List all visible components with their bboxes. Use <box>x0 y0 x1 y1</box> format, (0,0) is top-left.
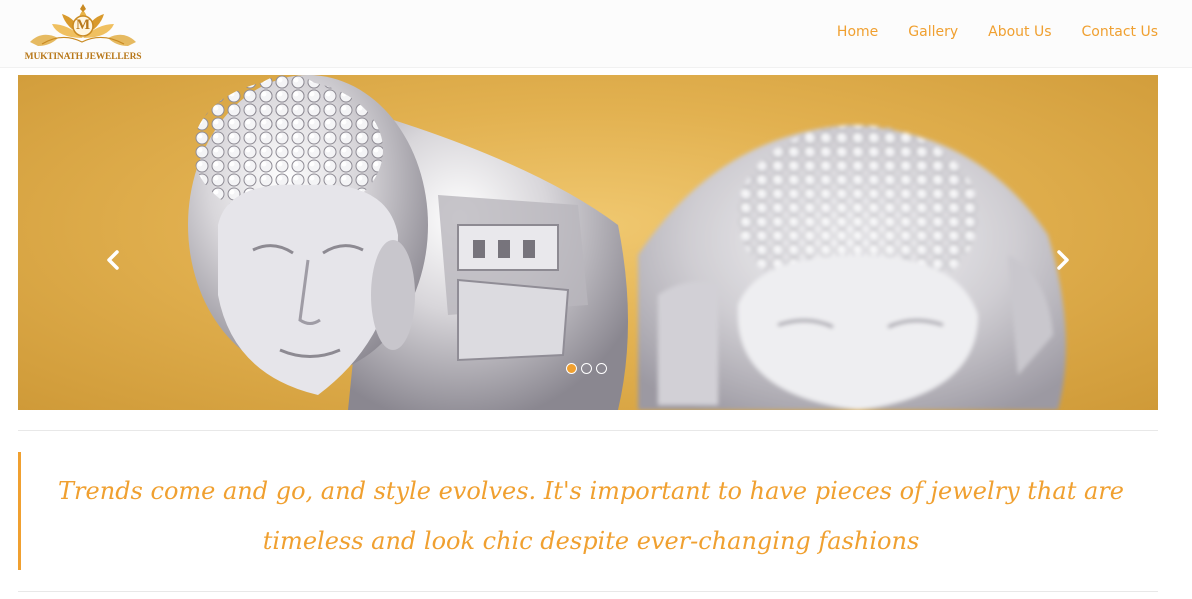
brand-name: MUKTINATH JEWELLERS <box>24 52 142 62</box>
carousel-indicator-2[interactable] <box>581 363 592 374</box>
silver-buddha-rings-image <box>188 75 1066 410</box>
brand-logo[interactable]: M MUKTINATH JEWELLERS <box>22 2 144 66</box>
nav-about-us[interactable]: About Us <box>988 24 1051 40</box>
carousel-next-button[interactable] <box>1048 245 1078 275</box>
main-nav: Home Gallery About Us Contact Us <box>837 24 1158 40</box>
quote-text: Trends come and go, and style evolves. I… <box>58 477 1124 555</box>
nav-gallery[interactable]: Gallery <box>908 24 958 40</box>
chevron-right-icon <box>1057 250 1069 270</box>
chevron-left-icon <box>107 250 119 270</box>
carousel-indicators <box>566 363 607 374</box>
nav-contact-us[interactable]: Contact Us <box>1082 24 1158 40</box>
divider-top <box>18 430 1158 431</box>
carousel-indicator-1[interactable] <box>566 363 577 374</box>
navbar: M MUKTINATH JEWELLERS Home Gallery About… <box>0 0 1192 68</box>
hero-carousel[interactable] <box>18 75 1158 410</box>
carousel-indicator-3[interactable] <box>596 363 607 374</box>
carousel-prev-button[interactable] <box>98 245 128 275</box>
nav-home[interactable]: Home <box>837 24 878 40</box>
quote-block: Trends come and go, and style evolves. I… <box>18 452 1158 570</box>
divider-bottom <box>18 591 1158 592</box>
logo-letter: M <box>76 17 91 33</box>
